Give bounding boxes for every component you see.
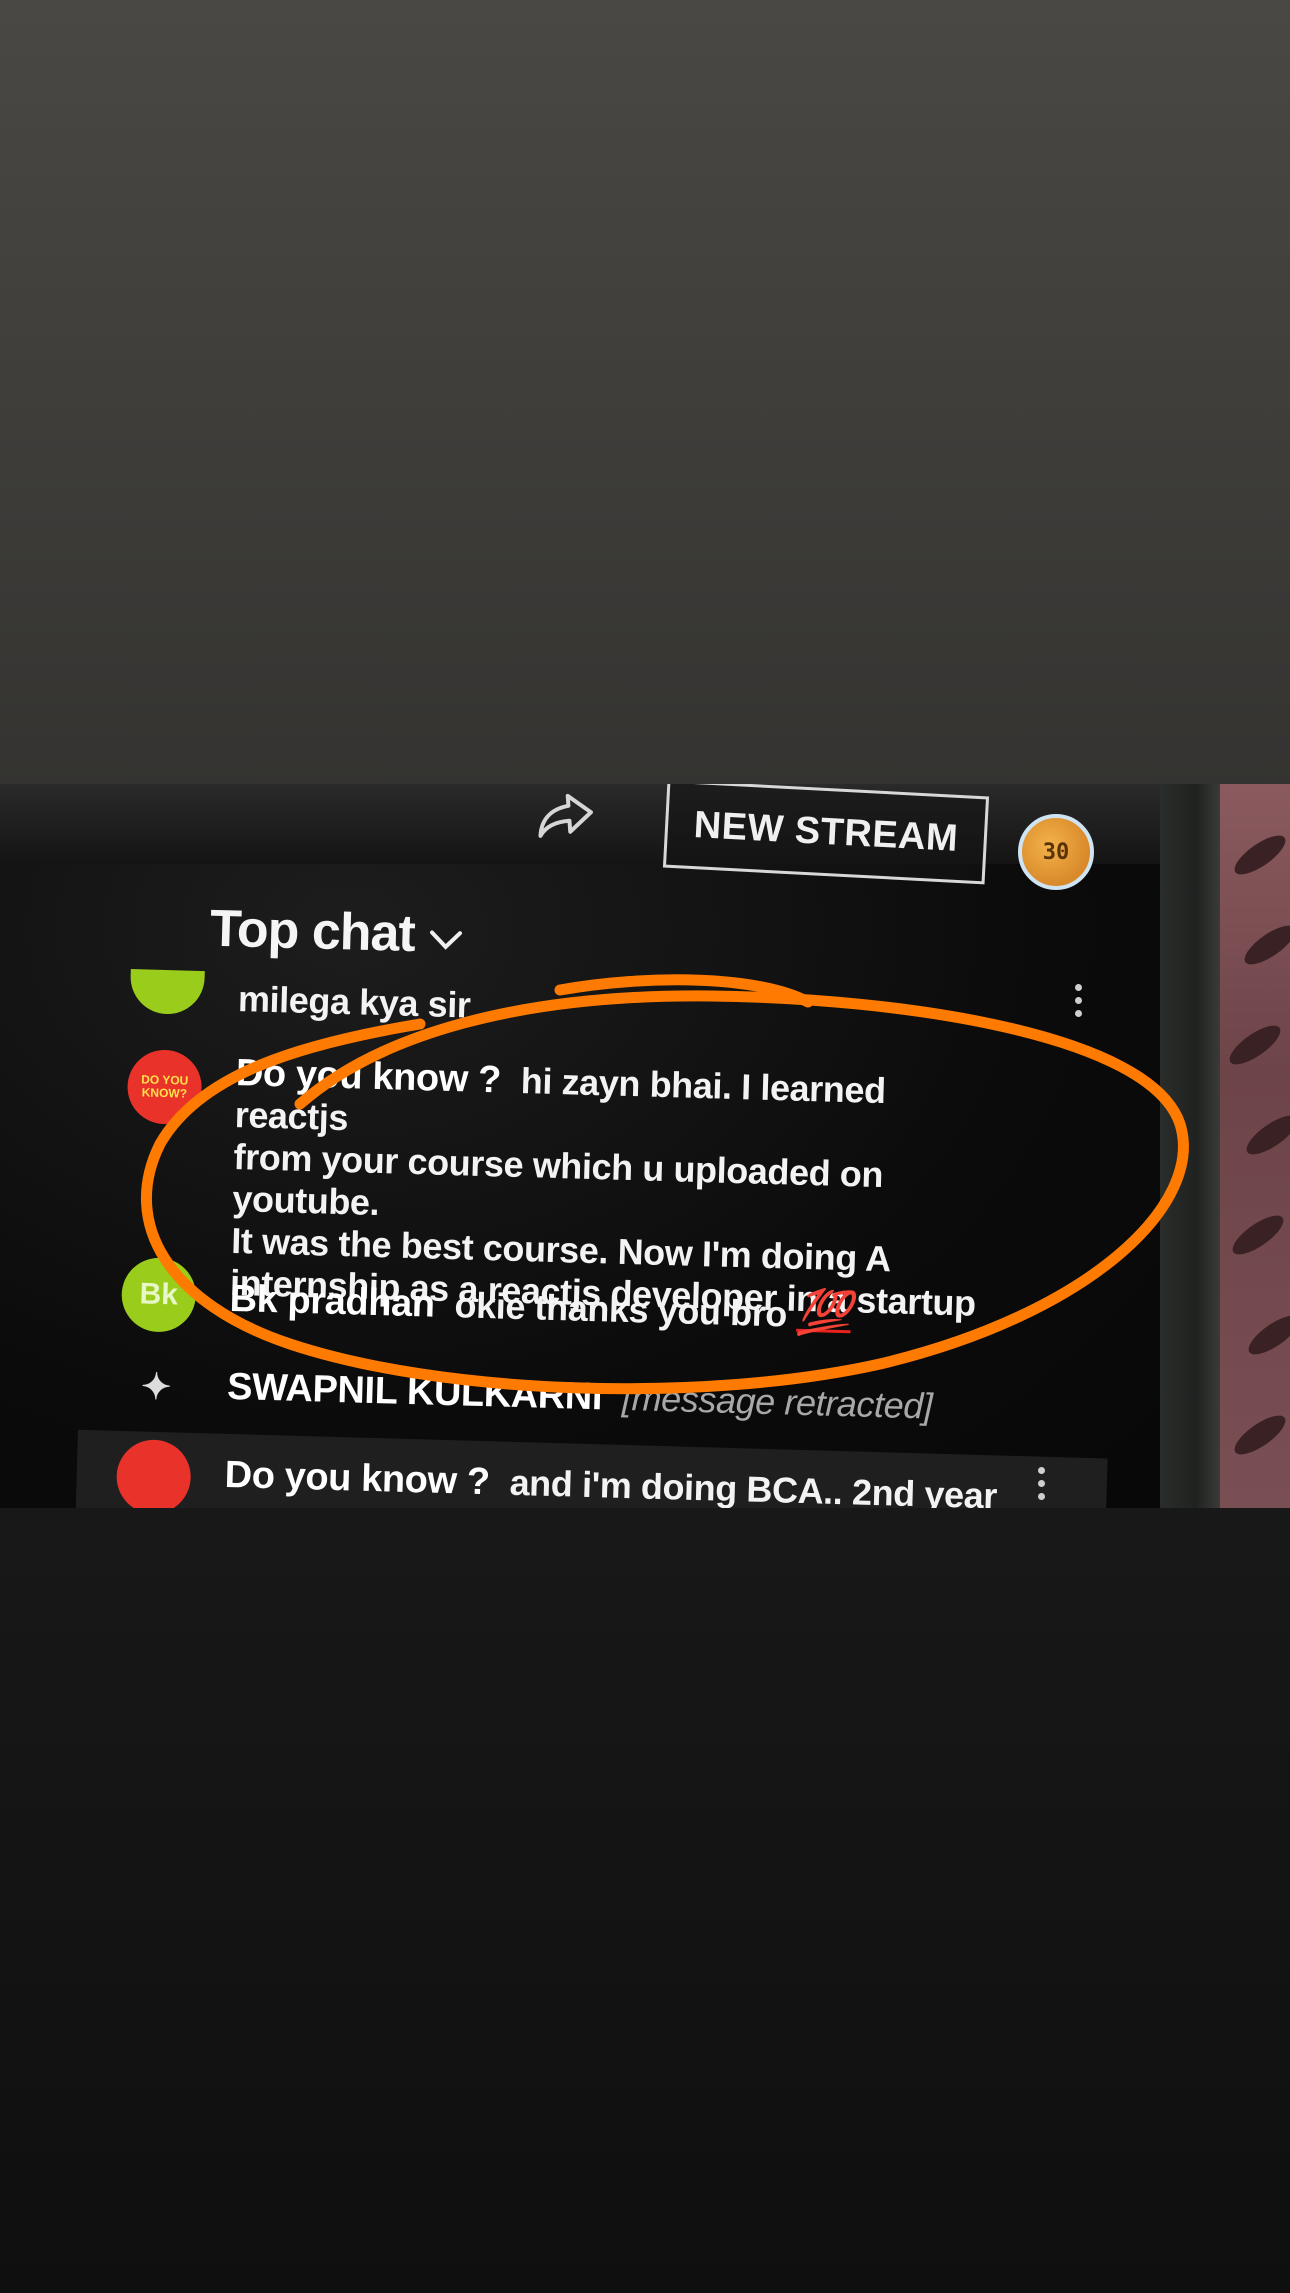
share-arrow-icon[interactable] xyxy=(533,788,598,840)
chat-message-list: milega kya sir DO YOU KNOW? Do you know … xyxy=(75,969,1140,1508)
message-text: okie thanks you bro xyxy=(454,1284,788,1335)
message-author: SWAPNIL KULKARNI xyxy=(226,1365,603,1419)
message-menu-icon[interactable] xyxy=(1073,984,1083,1017)
user-avatar[interactable]: 30 xyxy=(1018,814,1094,890)
message-text: and i'm doing BCA.. 2nd year xyxy=(509,1461,998,1508)
message-author: Bk pradhan xyxy=(229,1277,436,1326)
new-stream-button[interactable]: NEW STREAM xyxy=(662,784,990,885)
avatar-badge-text: DO YOU KNOW? xyxy=(141,1072,189,1101)
avatar: Bk xyxy=(120,1256,197,1333)
message-author: Do you know ? xyxy=(235,1051,502,1102)
monitor-bezel xyxy=(1160,784,1220,1508)
avatar xyxy=(115,1438,192,1508)
avatar-initials: Bk xyxy=(139,1277,179,1312)
background-wall xyxy=(1220,784,1290,1508)
avatar-icon: ✦ xyxy=(140,1365,172,1408)
hundred-points-icon: 💯 xyxy=(795,1287,852,1339)
message-menu-icon[interactable] xyxy=(1036,1467,1046,1500)
avatar: DO YOU KNOW? xyxy=(126,1048,203,1126)
chat-header-title: Top chat xyxy=(209,899,416,964)
message-author: Do you know ? xyxy=(224,1453,491,1504)
avatar xyxy=(129,969,205,1016)
monitor-screen: NEW STREAM 30 Top chat milega kya sir DO… xyxy=(0,784,1160,1508)
message-text: milega kya sir xyxy=(237,978,472,1026)
photo-of-screen: NEW STREAM 30 Top chat milega kya sir DO… xyxy=(0,784,1290,1508)
chat-message: ✦ SWAPNIL KULKARNI [message retracted] xyxy=(118,1349,934,1446)
message-text: [message retracted] xyxy=(621,1376,934,1427)
chat-mode-dropdown[interactable]: Top chat xyxy=(209,899,463,966)
chat-message: milega kya sir xyxy=(129,969,471,1026)
chevron-down-icon xyxy=(429,930,462,950)
